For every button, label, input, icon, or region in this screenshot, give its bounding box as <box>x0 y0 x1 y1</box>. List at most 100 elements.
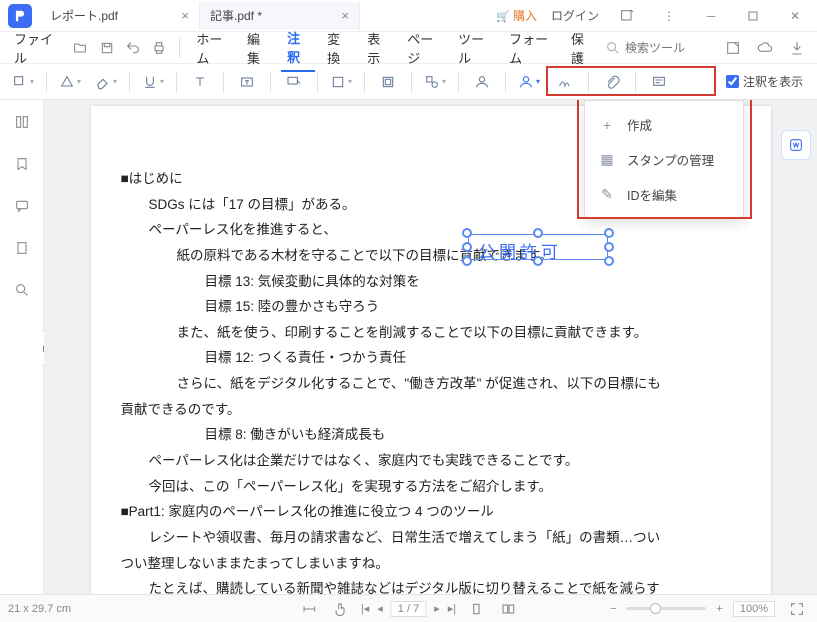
page-viewport[interactable]: はじめにSDGs には「17 の目標」がある。ペーパーレス化を推進すると、紙の原… <box>44 100 817 594</box>
doc-line: 目標 13: 気候変動に具体的な対策を <box>121 269 741 295</box>
last-page[interactable]: ▸| <box>448 602 456 615</box>
undo-icon[interactable] <box>123 36 143 60</box>
close-button[interactable]: ✕ <box>781 2 809 30</box>
menu-bar: ファイル ホーム 編集 注釈 変換 表示 ページ ツール フォーム 保護 <box>0 32 817 64</box>
resize-handle[interactable] <box>604 242 614 252</box>
dd-manage[interactable]: ▦ スタンプの管理 <box>585 142 743 177</box>
doc-line: Part1: 家庭内のペーパーレス化の推進に役立つ 4 つのツール <box>121 499 741 525</box>
more-icon[interactable]: ⋮ <box>655 2 683 30</box>
page-size: 21 x 29.7 cm <box>8 603 71 615</box>
note-tool[interactable]: ▾ <box>324 68 358 96</box>
divider <box>505 72 506 92</box>
stamp-person-tool[interactable] <box>465 68 499 96</box>
zoom-out[interactable]: − <box>610 603 616 615</box>
resize-handle[interactable] <box>462 242 472 252</box>
text-tool[interactable] <box>183 68 217 96</box>
divider <box>317 72 318 92</box>
divider <box>129 72 130 92</box>
save-icon[interactable] <box>96 36 116 60</box>
doc-line: 目標 8: 働きがいも経済成長も <box>121 422 741 448</box>
export-icon[interactable] <box>785 36 809 60</box>
divider <box>458 72 459 92</box>
login-link[interactable]: ログイン <box>551 7 599 24</box>
dd-label: 作成 <box>627 115 652 134</box>
resize-handle[interactable] <box>462 228 472 238</box>
tab-report[interactable]: レポート.pdf × <box>40 2 200 30</box>
word-export-badge[interactable] <box>781 130 811 160</box>
hand-icon[interactable] <box>329 597 353 621</box>
next-page[interactable]: ▸ <box>434 602 440 615</box>
thumbnails-icon[interactable] <box>10 110 34 134</box>
search-icon <box>605 40 621 56</box>
dd-create[interactable]: + 作成 <box>585 107 743 142</box>
comment-list-tool[interactable] <box>642 68 676 96</box>
resize-handle[interactable] <box>533 228 543 238</box>
fullscreen-icon[interactable] <box>785 597 809 621</box>
menu-right-icons <box>721 36 809 60</box>
search-panel-icon[interactable] <box>10 278 34 302</box>
attachments-icon[interactable] <box>10 236 34 260</box>
zoom-value[interactable]: 100% <box>733 601 775 617</box>
maximize-button[interactable] <box>739 2 767 30</box>
first-page[interactable]: |◂ <box>361 602 369 615</box>
zoom-slider[interactable] <box>626 607 706 610</box>
highlight-tool[interactable]: ▾ <box>53 68 87 96</box>
underline-tool[interactable]: ▾ <box>136 68 170 96</box>
bookmark-icon[interactable] <box>10 152 34 176</box>
resize-handle[interactable] <box>533 256 543 266</box>
comments-icon[interactable] <box>10 194 34 218</box>
divider <box>46 72 47 92</box>
annotation-toolbar: ▾ ▾ ▾ ▾ ▾ ▾ ▾ 注釈を表示 <box>0 64 817 100</box>
doc-line: 目標 15: 陸の豊かさも守ろう <box>121 294 741 320</box>
minimize-button[interactable]: ─ <box>697 2 725 30</box>
callout-tool[interactable] <box>277 68 311 96</box>
resize-handle[interactable] <box>462 256 472 266</box>
eraser-tool[interactable]: ▾ <box>89 68 123 96</box>
print-icon[interactable] <box>149 36 169 60</box>
page-field[interactable]: 1 / 7 <box>391 601 426 617</box>
doc-line: また、紙を使う、印刷することを削減することで以下の目標に貢献できます。 <box>121 320 741 346</box>
buy-link[interactable]: 購入 <box>496 7 537 24</box>
resize-handle[interactable] <box>604 228 614 238</box>
divider <box>411 72 412 92</box>
textbox-tool[interactable] <box>230 68 264 96</box>
sidebar <box>0 100 44 594</box>
divider <box>270 72 271 92</box>
show-annotations-label: 注釈を表示 <box>743 73 803 90</box>
fit-width-icon[interactable] <box>297 597 321 621</box>
zoom-thumb[interactable] <box>650 603 661 614</box>
select-tool[interactable]: ▾ <box>6 68 40 96</box>
attach-tool[interactable] <box>595 68 629 96</box>
search-input[interactable] <box>625 41 705 55</box>
dd-label: スタンプの管理 <box>627 150 714 169</box>
show-annotations-input[interactable] <box>726 75 739 88</box>
zoom-in[interactable]: + <box>716 603 722 615</box>
plus-icon: + <box>599 117 615 133</box>
two-page-icon[interactable] <box>496 597 520 621</box>
stamp-selection[interactable]: 公開許可 <box>462 228 614 266</box>
doc-line: 今回は、この「ペーパーレス化」を実現する方法をご紹介します。 <box>121 474 741 500</box>
open-icon[interactable] <box>70 36 90 60</box>
notify-icon[interactable] <box>613 2 641 30</box>
doc-line: 貢献できるのです。 <box>121 397 741 423</box>
show-annotations-checkbox[interactable]: 注釈を表示 <box>726 73 803 90</box>
cloud-icon[interactable] <box>753 36 777 60</box>
signature-tool[interactable] <box>548 68 582 96</box>
doc-line: レシートや領収書、毎月の請求書など、日常生活で増えてしまう「紙」の書類…つい <box>121 525 741 551</box>
single-page-icon[interactable] <box>464 597 488 621</box>
shape-tool[interactable]: ▾ <box>418 68 452 96</box>
zoom-controls: − + 100% <box>610 597 809 621</box>
main-area: ▶ はじめにSDGs には「17 の目標」がある。ペーパーレス化を推進すると、紙… <box>0 100 817 594</box>
area-tool[interactable] <box>371 68 405 96</box>
doc-line: ペーパーレス化を推進すると、 <box>121 217 741 243</box>
stamp-tool[interactable]: ▾ <box>512 68 546 96</box>
dd-edit-id[interactable]: ✎ IDを編集 <box>585 177 743 212</box>
tab-article[interactable]: 記事.pdf * × <box>200 2 360 30</box>
resize-handle[interactable] <box>604 256 614 266</box>
close-icon[interactable]: × <box>341 8 349 23</box>
close-icon[interactable]: × <box>181 8 189 23</box>
search-tools[interactable] <box>605 40 705 56</box>
prev-page[interactable]: ◂ <box>377 602 383 615</box>
edit-icon: ✎ <box>599 186 615 203</box>
share-icon[interactable] <box>721 36 745 60</box>
